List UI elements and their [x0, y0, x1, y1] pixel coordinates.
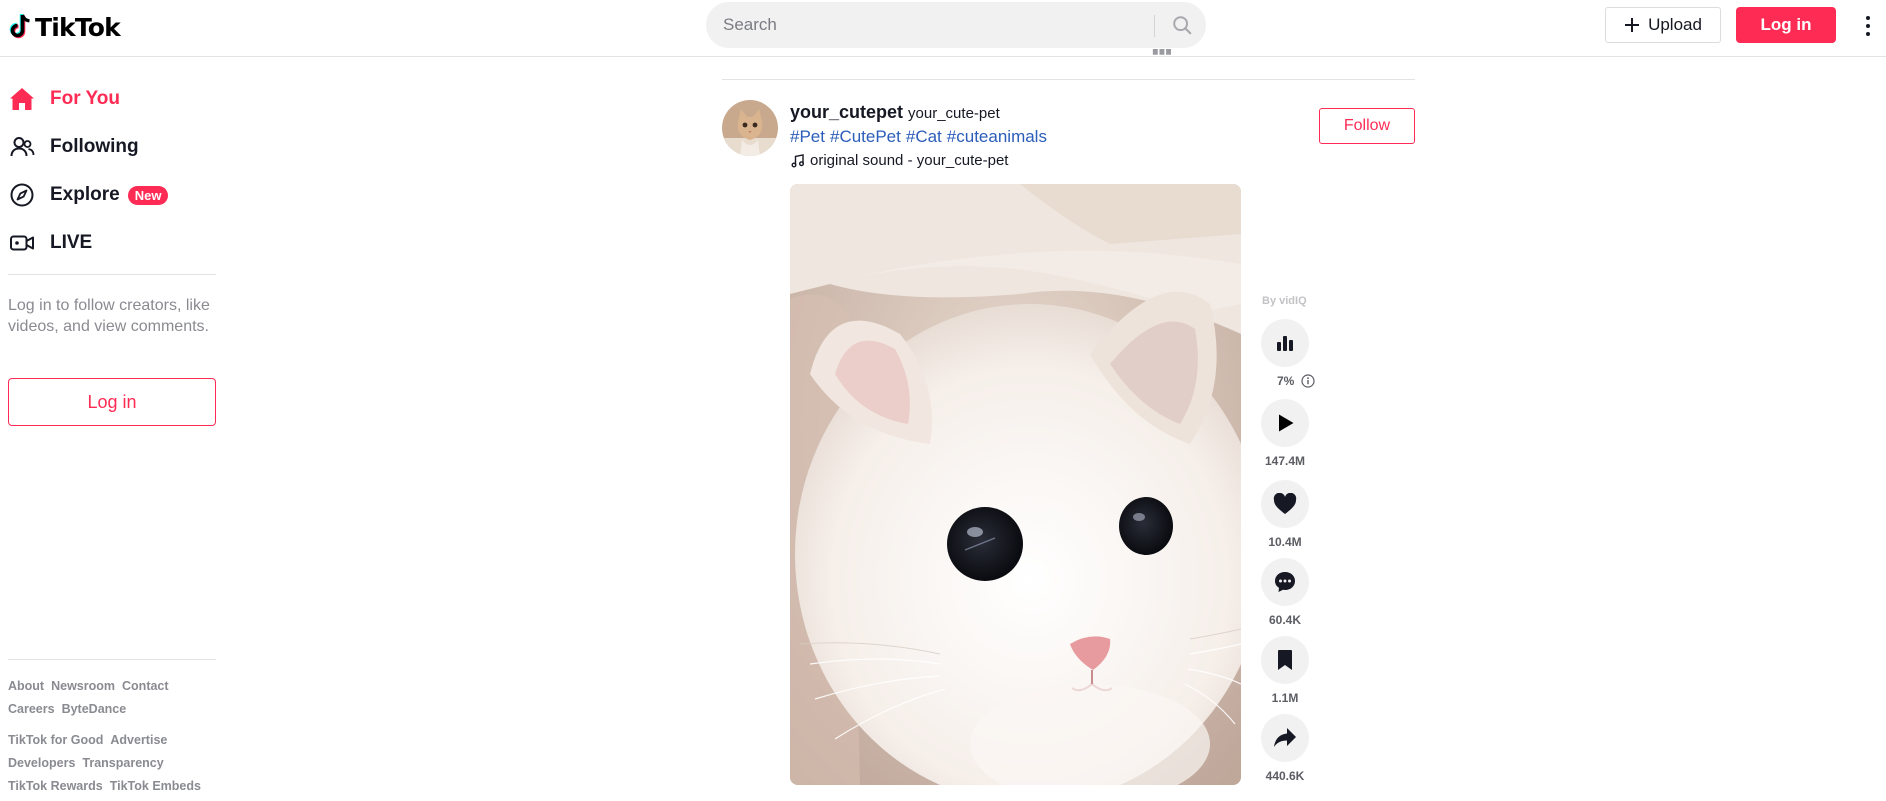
original-sound-link[interactable]: original sound - your_cute-pet	[791, 152, 1008, 169]
sidebar-item-following[interactable]: Following	[8, 127, 139, 167]
login-prompt-text: Log in to follow creators, like videos, …	[8, 297, 210, 335]
sidebar-footer-divider	[8, 659, 216, 660]
comment-button[interactable]	[1261, 558, 1309, 606]
music-note-icon	[791, 153, 804, 167]
analytics-action	[1260, 319, 1310, 367]
search-button[interactable]	[1159, 3, 1205, 47]
like-action: 10.4M	[1260, 480, 1310, 549]
views-count: 147.4M	[1264, 454, 1306, 468]
tiktok-note-icon	[9, 14, 30, 39]
vidiq-label: By vidIQ	[1262, 295, 1307, 307]
play-button[interactable]	[1261, 399, 1309, 447]
info-icon[interactable]	[1301, 374, 1315, 388]
footer-link[interactable]: TikTok Embeds	[110, 775, 201, 798]
sidebar-item-label: Following	[50, 136, 139, 157]
shares-count: 440.6K	[1265, 769, 1305, 783]
footer-link[interactable]: About	[8, 675, 44, 698]
views-action: 147.4M	[1260, 399, 1310, 468]
likes-count: 10.4M	[1268, 535, 1302, 549]
author-name[interactable]: your_cutepet	[790, 102, 903, 123]
engagement-value: 7%	[1277, 374, 1295, 388]
sidebar-item-for-you[interactable]: For You	[8, 79, 120, 119]
sidebar-item-explore[interactable]: Explore New	[8, 175, 169, 215]
comments-count: 60.4K	[1268, 613, 1302, 627]
video-player[interactable]	[790, 184, 1241, 785]
footer-link[interactable]: ByteDance	[62, 698, 127, 721]
sidebar-item-label: Explore	[50, 184, 120, 205]
comment-icon	[1275, 572, 1295, 592]
share-arrow-icon	[1274, 728, 1296, 747]
sidebar-item-label: LIVE	[50, 232, 93, 253]
search-input[interactable]	[723, 3, 1143, 47]
follow-button[interactable]: Follow	[1319, 108, 1415, 144]
author-info[interactable]: your_cutepet your_cute-pet	[790, 102, 1000, 123]
hashtag-link[interactable]: #Cat	[906, 127, 942, 147]
more-options-icon[interactable]	[1856, 10, 1880, 42]
sidebar: For You Following Explore New LIVE Log i…	[0, 57, 225, 801]
hashtag-list: #Pet #CutePet #Cat #cuteanimals	[790, 127, 1047, 147]
sidebar-divider	[8, 274, 216, 275]
top-header: TikTok Upload Log in	[0, 0, 1886, 57]
bar-chart-icon	[1277, 336, 1293, 351]
footer-links-programs: TikTok for Good Advertise Developers Tra…	[8, 729, 218, 798]
save-action: 1.1M	[1260, 636, 1310, 705]
logo-text: TikTok	[35, 12, 121, 42]
heart-icon	[1273, 493, 1297, 514]
sound-label: original sound - your_cute-pet	[810, 152, 1009, 169]
search-bar	[706, 2, 1206, 48]
play-icon	[1279, 414, 1294, 432]
video-thumbnail-cat	[790, 184, 1241, 785]
header-login-button[interactable]: Log in	[1736, 7, 1836, 43]
footer-link[interactable]: Developers	[8, 752, 75, 775]
new-badge: New	[127, 185, 169, 205]
analytics-button[interactable]	[1261, 319, 1309, 367]
footer-link[interactable]: Advertise	[110, 729, 167, 752]
people-icon	[8, 133, 36, 161]
comment-action: 60.4K	[1260, 558, 1310, 627]
sidebar-login-button[interactable]: Log in	[8, 378, 216, 426]
author-nickname[interactable]: your_cute-pet	[908, 105, 1000, 122]
home-icon	[8, 85, 36, 113]
hashtag-link[interactable]: #Pet	[790, 127, 825, 147]
author-avatar[interactable]	[722, 100, 778, 156]
footer-link[interactable]: Transparency	[82, 752, 163, 775]
upload-label: Upload	[1648, 15, 1702, 34]
footer-link[interactable]: TikTok Rewards	[8, 775, 103, 798]
tiktok-logo[interactable]: TikTok	[8, 10, 121, 44]
search-divider	[1154, 15, 1155, 37]
like-button[interactable]	[1261, 480, 1309, 528]
share-action: 440.6K	[1260, 714, 1310, 783]
saves-count: 1.1M	[1271, 691, 1299, 705]
upload-button[interactable]: Upload	[1605, 7, 1721, 43]
bookmark-icon	[1278, 650, 1292, 670]
live-camera-icon	[8, 229, 36, 257]
footer-link[interactable]: Careers	[8, 698, 55, 721]
hashtag-link[interactable]: #cuteanimals	[947, 127, 1047, 147]
footer-links-company: About Newsroom Contact Careers ByteDance	[8, 675, 218, 721]
search-icon	[1173, 16, 1192, 35]
footer-link[interactable]: TikTok for Good	[8, 729, 103, 752]
engagement-percent: 7%	[1277, 374, 1315, 388]
sidebar-item-live[interactable]: LIVE	[8, 223, 92, 263]
save-button[interactable]	[1261, 636, 1309, 684]
plus-icon	[1625, 18, 1640, 32]
share-button[interactable]	[1261, 714, 1309, 762]
feed-divider	[722, 79, 1415, 80]
hashtag-link[interactable]: #CutePet	[830, 127, 901, 147]
compass-icon	[8, 181, 36, 209]
previous-post-remnant: ▮▮▮	[1152, 49, 1186, 55]
footer-link[interactable]: Contact	[122, 675, 169, 698]
footer-link[interactable]: Newsroom	[51, 675, 115, 698]
sidebar-item-label: For You	[50, 88, 121, 109]
